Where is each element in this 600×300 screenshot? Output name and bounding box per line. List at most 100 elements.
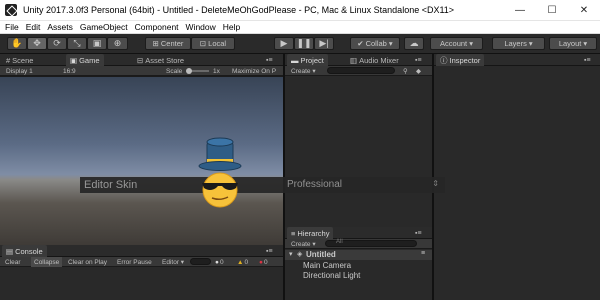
tab-project[interactable]: ▬ Project [287, 54, 328, 66]
console-editor-dropdown[interactable]: Editor ▾ [162, 257, 184, 267]
pivot-toggle[interactable]: ⊞ Center [145, 37, 191, 50]
dropdown-arrow-icon: ⇕ [432, 179, 439, 188]
tab-audio-mixer[interactable]: ▥ Audio Mixer [346, 54, 403, 66]
transform-tool-button[interactable]: ⊕ [107, 37, 128, 50]
hierarchy-search-input[interactable]: All [325, 239, 417, 247]
console-clear-on-play-button[interactable]: Clear on Play [68, 257, 107, 267]
move-tool-button[interactable]: ✥ [27, 37, 47, 50]
tab-console[interactable]: ▤ Console [2, 245, 47, 257]
account-dropdown[interactable]: Account ▾ [430, 37, 483, 50]
account-label: Account ▾ [440, 39, 473, 48]
hierarchy-create-button[interactable]: Create ▾ [291, 239, 316, 249]
hierarchy-item-main-camera[interactable]: Main Camera [303, 261, 351, 270]
step-icon: ▶| [319, 38, 329, 48]
menu-assets[interactable]: Assets [45, 22, 78, 32]
project-toolbar: Create ▾ ⚲ ◆ [285, 66, 432, 76]
tab-scene-label: Scene [12, 55, 34, 65]
close-button[interactable]: ✕ [568, 0, 600, 21]
hand-tool-button[interactable]: ✋ [7, 37, 27, 50]
tab-asset-store-label: Asset Store [145, 55, 185, 65]
scale-slider-thumb[interactable] [186, 68, 192, 74]
panel-menu-icon[interactable]: ▪≡ [262, 54, 277, 66]
tab-game[interactable]: ▣ Game [66, 54, 104, 66]
project-create-button[interactable]: Create ▾ [291, 66, 316, 76]
display-select[interactable]: Display 1 [6, 66, 33, 76]
maximize-button[interactable]: ☐ [536, 0, 568, 21]
layers-dropdown[interactable]: Layers ▾ [492, 37, 545, 50]
console-panel: ▤ Console ▪≡ Clear Collapse Clear on Play… [0, 245, 283, 300]
console-collapse-button[interactable]: Collapse [31, 257, 63, 267]
filter-label-icon[interactable]: ◆ [416, 66, 421, 76]
scale-label: Scale [166, 67, 183, 75]
console-error-pause-button[interactable]: Error Pause [117, 257, 152, 267]
hierarchy-toolbar: Create ▾ All [285, 239, 432, 249]
game-view-bar: Display 1 16:9 Scale 1x Maximize On P [0, 66, 283, 76]
maximize-on-play-toggle[interactable]: Maximize On P [232, 66, 276, 76]
editor-skin-setting: Editor Skin Professional ⇕ [80, 177, 445, 193]
menu-window[interactable]: Window [184, 22, 221, 32]
minimize-button[interactable]: — [504, 0, 536, 21]
warning-icon: ▲ [237, 258, 244, 266]
pivot-icon: ⊞ [152, 39, 159, 48]
project-search-input[interactable] [327, 67, 395, 74]
pause-button[interactable]: ❚❚ [294, 37, 314, 50]
rect-tool-button[interactable]: ▣ [87, 37, 107, 50]
rotate-tool-button[interactable]: ⟳ [47, 37, 67, 50]
tab-hierarchy[interactable]: ≡ Hierarchy [287, 227, 334, 239]
filter-type-icon[interactable]: ⚲ [403, 66, 408, 76]
scene-name: Untitled [306, 250, 336, 259]
menu-edit[interactable]: Edit [24, 22, 46, 32]
console-clear-button[interactable]: Clear [5, 257, 21, 267]
audio-mixer-icon: ▥ [350, 55, 358, 65]
tab-inspector[interactable]: ⓘ Inspector [436, 54, 485, 66]
console-error-filter[interactable]: ● 0 [259, 257, 268, 267]
aspect-select[interactable]: 16:9 [63, 66, 76, 76]
menu-help[interactable]: Help [221, 22, 245, 32]
scene-row[interactable]: ▾ ◈ Untitled ≡ [285, 250, 432, 260]
project-panel: ▬ Project ▥ Audio Mixer ▪≡ Create ▾ ⚲ ◆ [285, 54, 432, 227]
hierarchy-icon: ≡ [291, 228, 296, 238]
editor-skin-dropdown[interactable]: Professional [287, 179, 342, 190]
hierarchy-panel-menu-icon[interactable]: ▪≡ [411, 227, 426, 239]
game-tab-strip: # Scene ▣ Game ⊟ Asset Store ▪≡ [0, 54, 283, 66]
tab-scene[interactable]: # Scene [2, 54, 37, 66]
console-panel-menu-icon[interactable]: ▪≡ [262, 245, 277, 257]
hierarchy-tab-strip: ≡ Hierarchy ▪≡ [285, 227, 432, 239]
project-panel-menu-icon[interactable]: ▪≡ [411, 54, 426, 66]
inspector-panel: ⓘ Inspector ▪≡ [434, 54, 600, 300]
cloud-button[interactable]: ☁ [404, 37, 424, 50]
info-icon: ⓘ [440, 55, 448, 65]
layout-dropdown[interactable]: Layout ▾ [549, 37, 597, 50]
scene-menu-icon[interactable]: ≡ [421, 250, 425, 257]
hierarchy-item-directional-light[interactable]: Directional Light [303, 271, 360, 280]
rotate-icon: ⟳ [53, 38, 61, 48]
play-button[interactable]: ▶ [274, 37, 294, 50]
tab-project-label: Project [300, 55, 324, 65]
space-icon: ⊡ [199, 39, 207, 48]
scene-expand-icon[interactable]: ▾ [289, 250, 293, 258]
console-log-filter[interactable]: ● 0 [215, 257, 224, 267]
console-warning-filter[interactable]: ▲ 0 [237, 257, 248, 267]
tab-asset-store[interactable]: ⊟ Asset Store [133, 54, 188, 66]
tab-console-label: Console [15, 246, 43, 256]
scene-tab-icon: # [6, 55, 11, 65]
menu-component[interactable]: Component [133, 22, 184, 32]
space-toggle[interactable]: ⊡ Local [191, 37, 235, 50]
top-hat-icon [198, 137, 242, 171]
step-button[interactable]: ▶| [314, 37, 334, 50]
scale-tool-button[interactable]: ⤡ [67, 37, 87, 50]
menu-gameobject[interactable]: GameObject [78, 22, 133, 32]
unity-logo-icon [5, 4, 17, 16]
layout-label: Layout ▾ [558, 39, 588, 48]
inspector-panel-menu-icon[interactable]: ▪≡ [580, 54, 595, 66]
project-tab-strip: ▬ Project ▥ Audio Mixer ▪≡ [285, 54, 432, 66]
error-count: 0 [263, 258, 268, 266]
pivot-label: Center [160, 39, 184, 48]
console-search-input[interactable] [190, 258, 211, 265]
title-bar: Unity 2017.3.0f3 Personal (64bit) - Unti… [0, 0, 600, 21]
menu-bar: File Edit Assets GameObject Component Wi… [0, 21, 600, 34]
collab-label: Collab ▾ [365, 39, 393, 48]
menu-file[interactable]: File [3, 22, 24, 32]
cool-emoji-icon [198, 137, 242, 208]
collab-dropdown[interactable]: ✔ Collab ▾ [350, 37, 400, 50]
